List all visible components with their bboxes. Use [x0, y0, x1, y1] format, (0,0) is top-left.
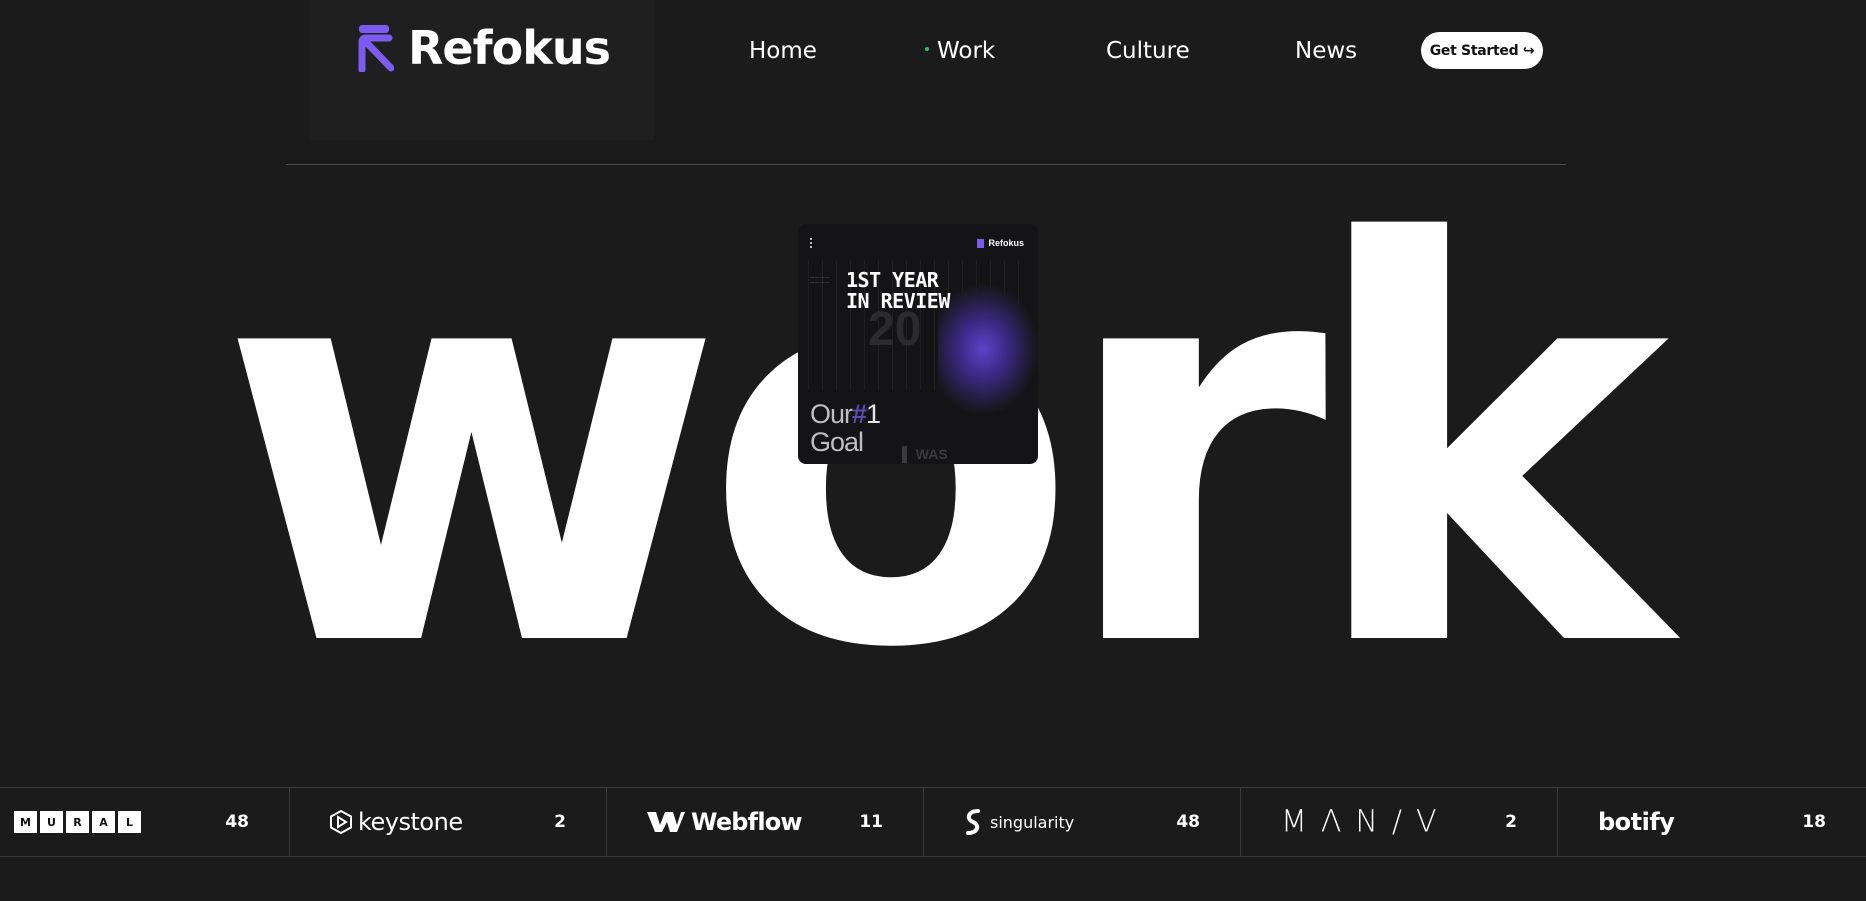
nav-news[interactable]: News — [1295, 36, 1357, 66]
headline-line-2: IN REVIEW — [846, 289, 950, 313]
maniv-logo: MΛN/V — [1281, 805, 1450, 840]
headline-line-1: 1ST YEAR — [846, 268, 939, 292]
client-singularity[interactable]: singularity 48 — [924, 788, 1241, 856]
client-mural[interactable]: M U R A L 48 — [0, 788, 290, 856]
preview-caption: — — — — — — — — — [810, 274, 830, 284]
active-dot-icon — [925, 46, 929, 51]
preview-goal: Our#1 Goal — [810, 399, 881, 457]
brand-logo[interactable]: Refokus — [358, 21, 611, 75]
botify-logo: botify — [1598, 808, 1675, 836]
preview-logo-icon — [977, 238, 985, 248]
mural-letter: A — [92, 811, 115, 833]
keystone-icon — [330, 810, 352, 834]
keystone-wordmark: keystone — [358, 808, 463, 836]
client-project-count: 11 — [859, 812, 883, 832]
refokus-logo-icon — [358, 25, 394, 72]
project-preview-card[interactable]: Refokus — — — — — — — — 20 1ST YEAR IN R… — [798, 224, 1038, 464]
hand-image — [938, 284, 1038, 414]
brand-name: Refokus — [408, 21, 611, 75]
singularity-icon — [966, 809, 980, 835]
nav-home[interactable]: Home — [749, 36, 817, 66]
client-maniv[interactable]: MΛN/V 2 — [1241, 788, 1558, 856]
mural-letter: U — [40, 811, 63, 833]
webflow-icon — [647, 812, 685, 832]
client-project-count: 48 — [225, 812, 249, 832]
client-project-count: 18 — [1802, 812, 1826, 832]
mural-logo: M U R A L — [14, 811, 141, 833]
goal-prefix: Our — [810, 399, 853, 429]
get-started-button[interactable]: Get Started ↪ — [1421, 32, 1543, 69]
client-project-count: 2 — [554, 812, 566, 832]
nav-work-label: Work — [937, 38, 996, 64]
nav-work[interactable]: Work — [925, 36, 995, 66]
keystone-logo: keystone — [330, 808, 463, 836]
preview-brand-label: Refokus — [988, 238, 1024, 248]
botify-wordmark: botify — [1598, 808, 1675, 836]
webflow-logo: Webflow — [647, 808, 803, 836]
menu-dots-icon — [810, 238, 812, 248]
goal-hash: # — [852, 399, 867, 429]
mural-letter: L — [118, 811, 141, 833]
webflow-wordmark: Webflow — [691, 808, 803, 836]
mural-letter: M — [14, 811, 37, 833]
client-logo-strip: M U R A L 48 keystone 2 Webflow 11 singu… — [0, 787, 1866, 857]
goal-number: 1 — [866, 399, 881, 429]
preview-headline: 1ST YEAR IN REVIEW — [846, 270, 950, 312]
client-keystone[interactable]: keystone 2 — [290, 788, 607, 856]
singularity-wordmark: singularity — [990, 812, 1075, 832]
mural-letter: R — [66, 811, 89, 833]
client-botify[interactable]: botify 18 — [1558, 788, 1866, 856]
nav-culture[interactable]: Culture — [1106, 36, 1190, 66]
singularity-logo: singularity — [964, 809, 1074, 835]
preview-brand: Refokus — [977, 238, 1024, 248]
preview-was-text: ▌ WAS — [902, 446, 948, 462]
client-project-count: 2 — [1505, 812, 1517, 832]
goal-line-2: Goal — [810, 427, 864, 457]
maniv-wordmark: MΛN/V — [1281, 804, 1451, 840]
client-project-count: 48 — [1176, 812, 1200, 832]
client-webflow[interactable]: Webflow 11 — [607, 788, 924, 856]
